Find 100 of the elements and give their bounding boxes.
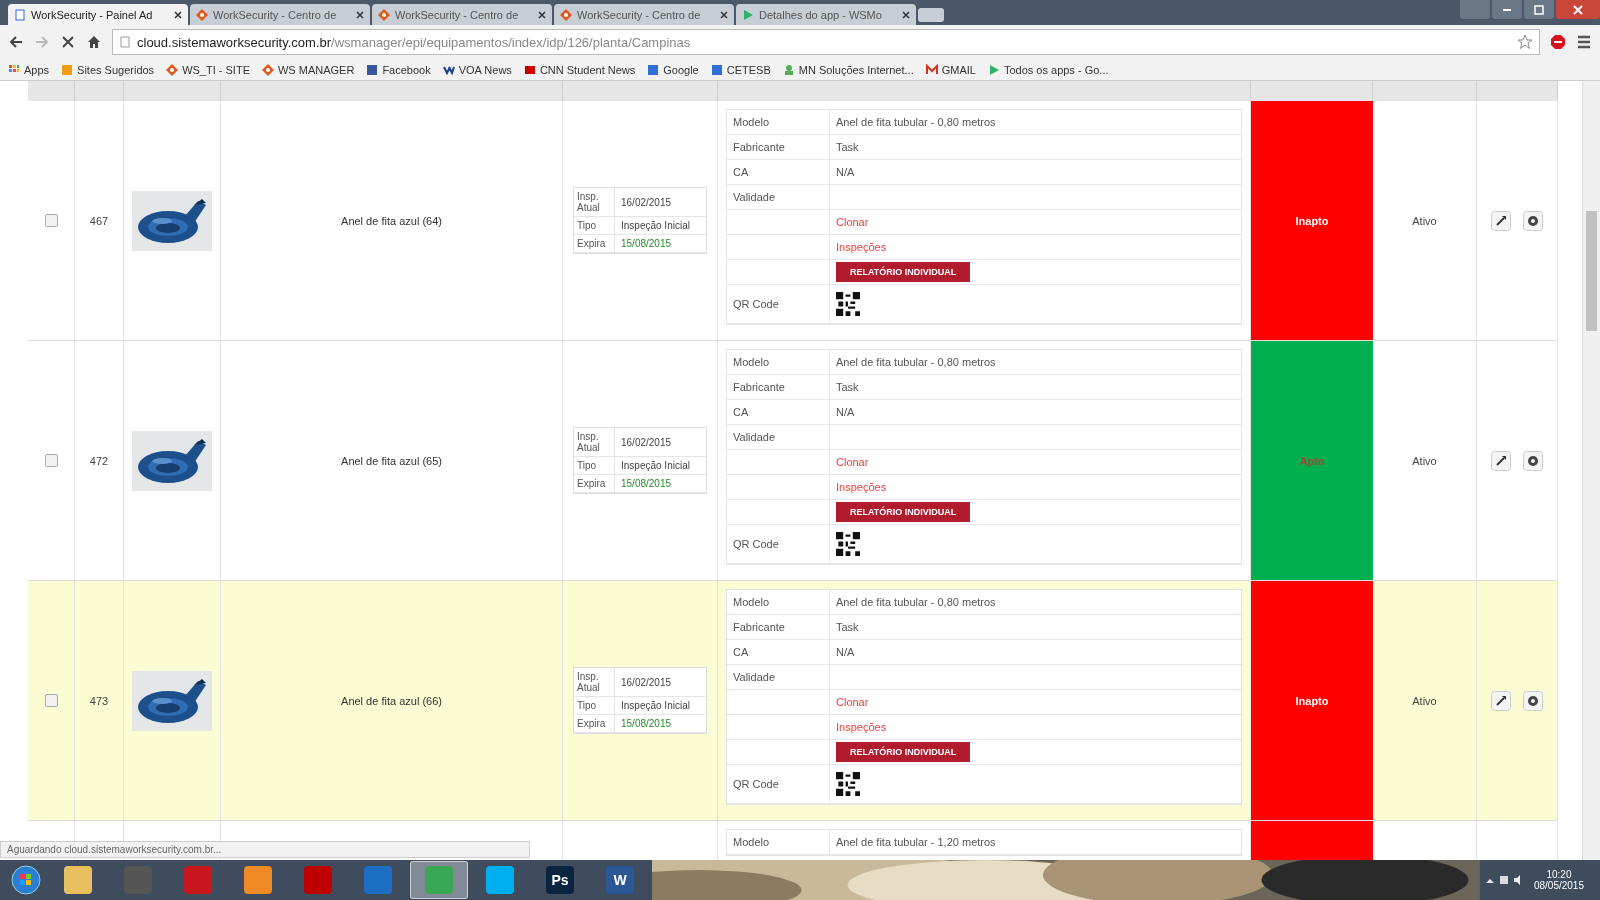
maximize-icon	[1533, 3, 1545, 16]
stop-icon[interactable]	[60, 34, 76, 50]
close-icon	[1572, 3, 1584, 16]
id-text: 467	[89, 214, 109, 227]
bookmark-link[interactable]: WS MANAGER	[261, 63, 355, 76]
taskbar-app[interactable]: Ps	[532, 862, 588, 898]
settings-icon[interactable]	[1523, 450, 1543, 471]
spec-value: Anel de fita tubular - 0,80 metros	[836, 116, 996, 128]
inspection-label: Expira	[574, 235, 615, 252]
page-icon	[14, 8, 26, 21]
spec-link[interactable]: Inspeções	[836, 481, 887, 493]
equipment-name: Anel de fita azul (64)	[341, 214, 442, 227]
id-text: 473	[89, 694, 109, 707]
spec-value: Anel de fita tubular - 0,80 metros	[836, 596, 996, 608]
edit-icon[interactable]	[1491, 210, 1511, 231]
browser-tab[interactable]: WorkSecurity - Painel Ad	[8, 4, 188, 25]
close-icon[interactable]	[902, 10, 910, 19]
bookmark-link[interactable]: Todos os apps - Go...	[987, 63, 1109, 76]
spec-label: Fabricante	[733, 381, 785, 393]
close-button[interactable]	[1556, 0, 1600, 19]
spec-value: N/A	[836, 646, 855, 658]
qr-label: QR Code	[733, 298, 779, 310]
star-icon[interactable]	[1517, 34, 1533, 50]
bookmark-link[interactable]: VOA News	[442, 63, 512, 76]
bookmark-link[interactable]: Facebook	[366, 63, 431, 76]
inspection-value: 15/08/2015	[620, 717, 673, 731]
inspection-value: 15/08/2015	[620, 237, 673, 251]
edit-icon[interactable]	[1491, 450, 1511, 471]
edit-icon[interactable]	[1491, 690, 1511, 711]
spec-value: Anel de fita tubular - 0,80 metros	[836, 356, 996, 368]
bookmark-link[interactable]: WS_TI - SITE	[166, 63, 250, 76]
adblock-icon[interactable]	[1550, 34, 1566, 50]
spec-label: Modelo	[733, 356, 770, 368]
report-button[interactable]: RELATÓRIO INDIVIDUAL	[836, 502, 971, 522]
inspection-label: Insp. Atual	[574, 188, 615, 216]
close-icon[interactable]	[356, 10, 364, 19]
spec-label: Modelo	[733, 116, 770, 128]
spec-link[interactable]: Inspeções	[836, 721, 887, 733]
spec-value: N/A	[836, 166, 855, 178]
spec-label: Validade	[733, 671, 775, 683]
qr-code-icon	[836, 292, 860, 316]
status-text: Ativo	[1412, 214, 1437, 227]
spec-link[interactable]: Clonar	[836, 696, 869, 708]
bookmark-link[interactable]: CETESB	[710, 63, 771, 76]
maximize-button[interactable]	[1524, 0, 1554, 19]
browser-tab[interactable]: WorkSecurity - Centro de	[190, 4, 370, 25]
minimize-button[interactable]	[1492, 0, 1522, 19]
inspection-label: Insp. Atual	[574, 428, 615, 456]
browser-tab[interactable]: WorkSecurity - Centro de	[554, 4, 734, 25]
diamond-icon	[261, 63, 274, 76]
diamond-icon	[560, 8, 572, 21]
person-icon	[782, 63, 795, 76]
settings-icon[interactable]	[1523, 210, 1543, 231]
status-text: Ativo	[1412, 694, 1437, 707]
square-icon	[710, 63, 723, 76]
spec-label: Fabricante	[733, 141, 785, 153]
spec-label: Modelo	[733, 836, 770, 848]
bookmark-link[interactable]: Apps	[8, 63, 50, 76]
spec-value: Task	[836, 141, 859, 153]
spec-label: Modelo	[733, 596, 770, 608]
clock[interactable]: 10:20 08/05/2015	[1533, 869, 1584, 891]
bookmark-link[interactable]: Sites Sugeridos	[61, 63, 155, 76]
close-icon[interactable]	[720, 10, 728, 19]
spec-link[interactable]: Clonar	[836, 216, 869, 228]
report-button[interactable]: RELATÓRIO INDIVIDUAL	[836, 262, 971, 282]
equipment-name: Anel de fita azul (65)	[341, 454, 442, 467]
spec-value: N/A	[836, 406, 855, 418]
browser-tab[interactable]: WorkSecurity - Centro de	[372, 4, 552, 25]
menu-icon[interactable]	[1576, 34, 1592, 50]
spec-label: CA	[733, 166, 749, 178]
browser-tab[interactable]: Detalhes do app - WSMo	[736, 4, 916, 25]
settings-icon[interactable]	[1523, 690, 1543, 711]
back-icon[interactable]	[8, 34, 24, 50]
inspection-value: 16/02/2015	[620, 675, 673, 690]
close-icon[interactable]	[174, 10, 182, 19]
status-text: Aguardando cloud.sistemaworksecurity.com.br...	[0, 841, 530, 858]
minimize-icon	[1503, 8, 1511, 11]
home-icon[interactable]	[86, 34, 102, 50]
report-button[interactable]: RELATÓRIO INDIVIDUAL	[836, 742, 971, 762]
play-store-icon	[987, 63, 1000, 76]
spec-label: CA	[733, 406, 749, 418]
taskbar-app[interactable]: W	[592, 862, 648, 898]
bookmark-link[interactable]: Google	[647, 63, 699, 76]
row-checkbox[interactable]	[44, 694, 58, 707]
inspection-label: Tipo	[574, 697, 615, 714]
address-bar[interactable]: cloud.sistemaworksecurity.com.br/wsmanager/epi/equipamentos/index/idp/126/planta/Campinas	[112, 29, 1540, 55]
inspection-label: Tipo	[574, 457, 615, 474]
diamond-icon	[378, 8, 390, 21]
spec-link[interactable]: Inspeções	[836, 241, 887, 253]
bookmark-link[interactable]: CNN Student News	[523, 63, 636, 76]
scrollbar[interactable]	[1582, 81, 1600, 860]
bookmark-link[interactable]: MN Soluções Internet...	[782, 63, 914, 76]
spec-label: Validade	[733, 431, 775, 443]
row-checkbox[interactable]	[44, 214, 58, 227]
bookmark-link[interactable]: GMAIL	[925, 63, 976, 76]
qr-label: QR Code	[733, 538, 779, 550]
close-icon[interactable]	[538, 10, 546, 19]
gmail-icon	[925, 63, 938, 76]
row-checkbox[interactable]	[44, 454, 58, 467]
spec-link[interactable]: Clonar	[836, 456, 869, 468]
